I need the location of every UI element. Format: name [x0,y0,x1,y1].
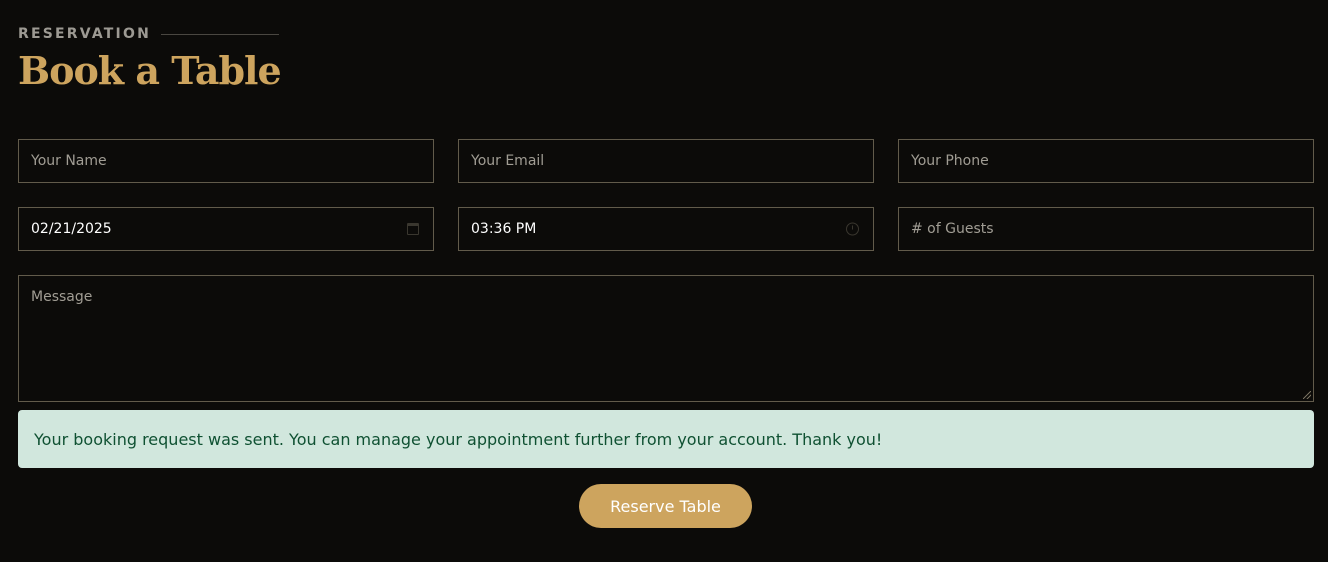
calendar-icon[interactable] [407,223,419,235]
time-input-value: 03:36 PM [471,221,537,237]
section-label: RESERVATION [18,26,279,42]
phone-input[interactable]: Your Phone [898,139,1314,183]
reserve-table-button-label: Reserve Table [610,496,721,516]
name-input-placeholder: Your Name [31,153,107,169]
date-input[interactable]: 02/21/2025 [18,207,434,251]
success-alert: Your booking request was sent. You can m… [18,410,1314,468]
section-label-text: RESERVATION [18,26,151,42]
message-placeholder: Message [31,289,93,305]
time-input[interactable]: 03:36 PM [458,207,874,251]
email-input[interactable]: Your Email [458,139,874,183]
date-input-value: 02/21/2025 [31,221,112,237]
message-textarea[interactable]: Message [18,275,1314,402]
email-input-placeholder: Your Email [471,153,545,169]
name-input[interactable]: Your Name [18,139,434,183]
phone-input-placeholder: Your Phone [911,153,989,169]
success-alert-text: Your booking request was sent. You can m… [34,429,883,449]
reserve-table-button[interactable]: Reserve Table [579,484,752,528]
guests-input[interactable]: # of Guests [898,207,1314,251]
resize-handle-icon[interactable] [1303,391,1311,399]
reservation-section: RESERVATION Book a Table Your Name Your … [0,0,1328,562]
page-title: Book a Table [18,48,282,93]
section-label-divider [160,33,279,35]
clock-icon[interactable] [846,222,859,236]
guests-input-placeholder: # of Guests [911,221,994,237]
